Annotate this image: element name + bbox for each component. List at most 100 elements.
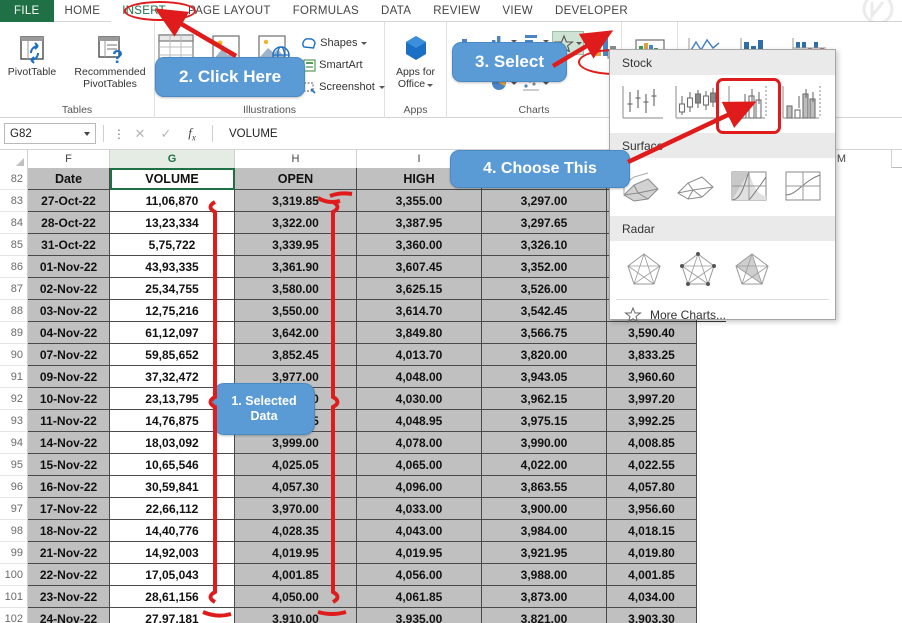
name-box[interactable]: G82 — [4, 123, 96, 144]
cell-F94[interactable]: 14-Nov-22 — [28, 432, 110, 454]
row-header-93[interactable]: 93 — [0, 410, 28, 432]
cell-H101[interactable]: 4,050.00 — [235, 586, 357, 608]
cell-M97[interactable] — [792, 498, 892, 520]
cell-J91[interactable]: 3,943.05 — [482, 366, 607, 388]
cell-J88[interactable]: 3,542.45 — [482, 300, 607, 322]
cell-G89[interactable]: 61,12,097 — [110, 322, 235, 344]
cell-K99[interactable]: 4,019.80 — [607, 542, 697, 564]
cell-F96[interactable]: 16-Nov-22 — [28, 476, 110, 498]
cell-M90[interactable] — [792, 344, 892, 366]
cell-G99[interactable]: 14,92,003 — [110, 542, 235, 564]
row-header-89[interactable]: 89 — [0, 322, 28, 344]
cell-L91[interactable] — [697, 366, 792, 388]
cell-F91[interactable]: 09-Nov-22 — [28, 366, 110, 388]
row-header-86[interactable]: 86 — [0, 256, 28, 278]
cell-I98[interactable]: 4,043.00 — [357, 520, 482, 542]
cell-F98[interactable]: 18-Nov-22 — [28, 520, 110, 542]
tab-data[interactable]: DATA — [370, 0, 422, 22]
cancel-icon[interactable]: ✕ — [127, 126, 153, 142]
name-box-dropdown-icon[interactable] — [84, 131, 90, 136]
gallery-item-radar[interactable] — [620, 247, 668, 291]
apps-caret-icon[interactable] — [427, 83, 434, 87]
cell-M101[interactable] — [792, 586, 892, 608]
stock-surface-radar-gallery[interactable]: Stock Surface Radar More Charts... — [609, 49, 836, 323]
cell-K102[interactable]: 3,903.30 — [607, 608, 697, 623]
tab-review[interactable]: REVIEW — [422, 0, 491, 22]
cell-I91[interactable]: 4,048.00 — [357, 366, 482, 388]
cell-I87[interactable]: 3,625.15 — [357, 278, 482, 300]
cell-F93[interactable]: 11-Nov-22 — [28, 410, 110, 432]
cell-H85[interactable]: 3,339.95 — [235, 234, 357, 256]
row-header-91[interactable]: 91 — [0, 366, 28, 388]
recommended-pivottables-button[interactable]: ? Recommended PivotTables — [69, 30, 151, 90]
cell-H95[interactable]: 4,025.05 — [235, 454, 357, 476]
cell-G102[interactable]: 27,97,181 — [110, 608, 235, 623]
cell-F86[interactable]: 01-Nov-22 — [28, 256, 110, 278]
cell-G86[interactable]: 43,93,335 — [110, 256, 235, 278]
stock-chart-caret-icon[interactable] — [576, 41, 582, 45]
cell-F83[interactable]: 27-Oct-22 — [28, 190, 110, 212]
cell-I101[interactable]: 4,061.85 — [357, 586, 482, 608]
cell-H88[interactable]: 3,550.00 — [235, 300, 357, 322]
cell-H102[interactable]: 3,910.00 — [235, 608, 357, 623]
cell-L96[interactable] — [697, 476, 792, 498]
cell-K95[interactable]: 4,022.55 — [607, 454, 697, 476]
cell-L94[interactable] — [697, 432, 792, 454]
cell-M99[interactable] — [792, 542, 892, 564]
cell-J99[interactable]: 3,921.95 — [482, 542, 607, 564]
cell-L102[interactable] — [697, 608, 792, 623]
row-header-97[interactable]: 97 — [0, 498, 28, 520]
cell-I90[interactable]: 4,013.70 — [357, 344, 482, 366]
row-header-95[interactable]: 95 — [0, 454, 28, 476]
cell-J83[interactable]: 3,297.00 — [482, 190, 607, 212]
cell-J87[interactable]: 3,526.00 — [482, 278, 607, 300]
tab-view[interactable]: VIEW — [491, 0, 544, 22]
formula-bar-expand-dots[interactable]: ⋮ — [111, 127, 127, 141]
column-header-G[interactable]: G — [110, 150, 235, 168]
cell-H83[interactable]: 3,319.85 — [235, 190, 357, 212]
cell-I89[interactable]: 3,849.80 — [357, 322, 482, 344]
cell-F95[interactable]: 15-Nov-22 — [28, 454, 110, 476]
row-header-101[interactable]: 101 — [0, 586, 28, 608]
cell-I83[interactable]: 3,355.00 — [357, 190, 482, 212]
gallery-item-high-low-close[interactable] — [618, 81, 666, 125]
cell-G98[interactable]: 14,40,776 — [110, 520, 235, 542]
smartart-button[interactable]: SmartArt — [300, 54, 387, 76]
cell-G96[interactable]: 30,59,841 — [110, 476, 235, 498]
cell-F92[interactable]: 10-Nov-22 — [28, 388, 110, 410]
cell-J92[interactable]: 3,962.15 — [482, 388, 607, 410]
cell-J96[interactable]: 3,863.55 — [482, 476, 607, 498]
cell-F101[interactable]: 23-Nov-22 — [28, 586, 110, 608]
cell-I97[interactable]: 4,033.00 — [357, 498, 482, 520]
cell-K94[interactable]: 4,008.85 — [607, 432, 697, 454]
cell-G87[interactable]: 25,34,755 — [110, 278, 235, 300]
cell-H84[interactable]: 3,322.00 — [235, 212, 357, 234]
cell-L95[interactable] — [697, 454, 792, 476]
row-header-102[interactable]: 102 — [0, 608, 28, 623]
gallery-item-radar-with-markers[interactable] — [674, 247, 722, 291]
cell-I96[interactable]: 4,096.00 — [357, 476, 482, 498]
cell-L97[interactable] — [697, 498, 792, 520]
cell-G94[interactable]: 18,03,092 — [110, 432, 235, 454]
tab-insert[interactable]: INSERT — [111, 0, 177, 22]
column-title-cell-F[interactable]: Date — [28, 168, 110, 190]
cell-F87[interactable]: 02-Nov-22 — [28, 278, 110, 300]
cell-F88[interactable]: 03-Nov-22 — [28, 300, 110, 322]
cell-F102[interactable]: 24-Nov-22 — [28, 608, 110, 623]
tab-developer[interactable]: DEVELOPER — [544, 0, 639, 22]
insert-function-icon[interactable]: fx — [179, 125, 205, 143]
gallery-item-wireframe-contour[interactable] — [779, 164, 827, 208]
check-icon[interactable]: ✓ — [153, 126, 179, 142]
cell-M102[interactable] — [792, 608, 892, 623]
cell-K90[interactable]: 3,833.25 — [607, 344, 697, 366]
cell-H90[interactable]: 3,852.45 — [235, 344, 357, 366]
cell-F89[interactable]: 04-Nov-22 — [28, 322, 110, 344]
row-header-85[interactable]: 85 — [0, 234, 28, 256]
column-title-cell-H[interactable]: OPEN — [235, 168, 357, 190]
cell-H96[interactable]: 4,057.30 — [235, 476, 357, 498]
cell-M94[interactable] — [792, 432, 892, 454]
cell-F97[interactable]: 17-Nov-22 — [28, 498, 110, 520]
cell-I86[interactable]: 3,607.45 — [357, 256, 482, 278]
cell-M100[interactable] — [792, 564, 892, 586]
cell-K100[interactable]: 4,001.85 — [607, 564, 697, 586]
